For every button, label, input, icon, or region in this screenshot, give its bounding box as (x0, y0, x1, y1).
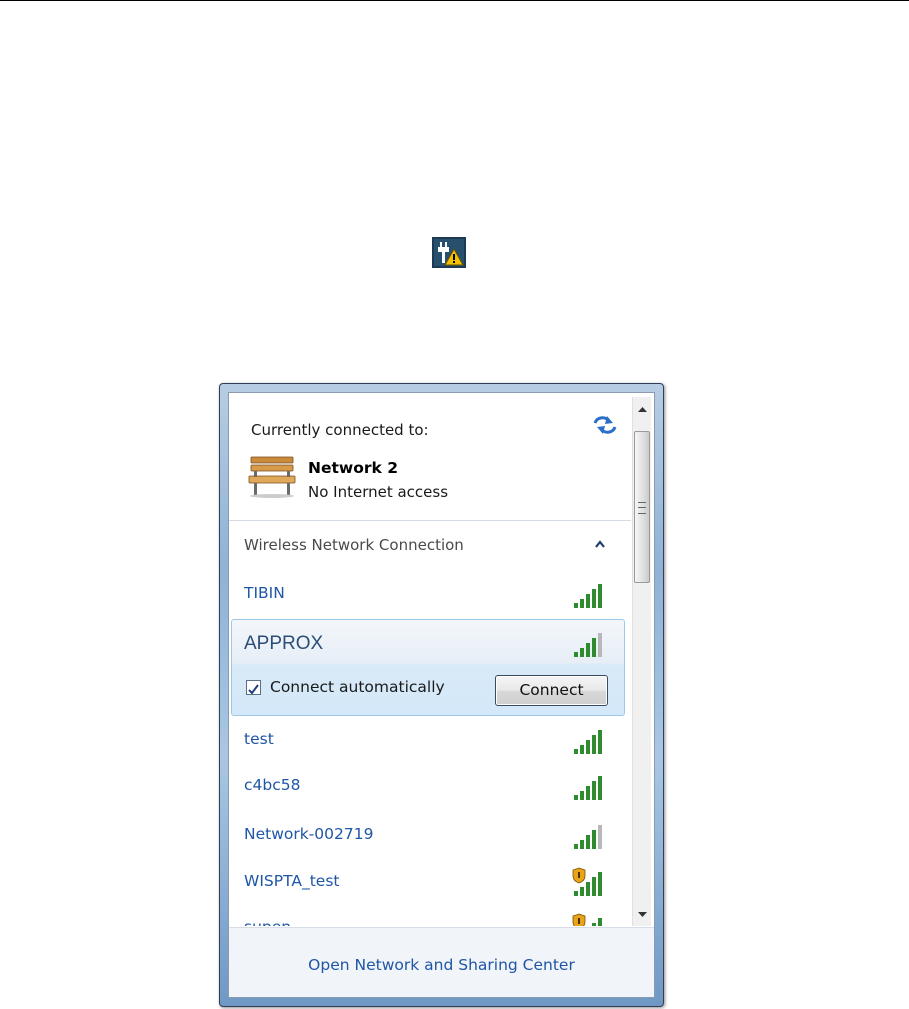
bench-icon (248, 456, 296, 498)
network-item-tibin[interactable]: TIBIN (229, 575, 631, 613)
network-item-approx[interactable]: APPROX Connect automatically Connect (231, 619, 625, 716)
chevron-up-icon[interactable] (593, 538, 607, 550)
connected-network-name: Network 2 (308, 459, 398, 477)
signal-strength-icon (574, 776, 602, 800)
network-list-area: Currently connected to: Network 2 No Int… (229, 393, 631, 926)
scrollbar-grip (638, 502, 646, 514)
network-name: supen (244, 918, 291, 926)
secured-signal-icon (572, 913, 602, 926)
signal-strength-icon (574, 584, 602, 608)
connect-automatically-checkbox[interactable] (246, 680, 261, 695)
signal-strength-icon (574, 730, 602, 754)
scroll-down-arrow-icon[interactable] (633, 907, 652, 921)
network-item-test[interactable]: test (229, 721, 631, 759)
network-name: test (244, 730, 274, 748)
connect-automatically-label[interactable]: Connect automatically (270, 678, 445, 696)
list-scrollbar[interactable] (632, 397, 651, 926)
network-item-network-002719[interactable]: Network-002719 (229, 816, 631, 854)
connected-network-status: No Internet access (308, 483, 449, 501)
signal-strength-icon (574, 825, 602, 849)
network-item-supen[interactable]: supen (229, 909, 631, 926)
flyout-panel: Currently connected to: Network 2 No Int… (228, 392, 655, 998)
network-flyout: Currently connected to: Network 2 No Int… (219, 383, 664, 1007)
scrollbar-thumb[interactable] (634, 431, 650, 583)
network-name: Network-002719 (244, 825, 374, 843)
page-top-rule (0, 0, 909, 1)
scroll-up-arrow-icon[interactable] (633, 403, 652, 417)
secured-signal-icon (572, 867, 602, 896)
checkmark-icon (248, 684, 259, 695)
network-name: WISPTA_test (244, 872, 340, 890)
connected-title: Currently connected to: (251, 421, 429, 439)
refresh-icon[interactable] (591, 413, 619, 437)
connect-button[interactable]: Connect (495, 675, 608, 706)
wireless-section-title[interactable]: Wireless Network Connection (244, 536, 464, 554)
network-item-c4bc58[interactable]: c4bc58 (229, 767, 631, 805)
network-name: TIBIN (244, 584, 285, 602)
network-item-wispta-test[interactable]: WISPTA_test (229, 863, 631, 901)
network-name: APPROX (244, 633, 324, 654)
flyout-footer: Open Network and Sharing Center (229, 927, 654, 997)
section-divider (229, 520, 631, 521)
network-name: c4bc58 (244, 776, 301, 794)
signal-strength-icon (574, 633, 602, 657)
open-network-sharing-center-link[interactable]: Open Network and Sharing Center (229, 956, 654, 974)
network-warning-icon[interactable] (432, 237, 466, 268)
